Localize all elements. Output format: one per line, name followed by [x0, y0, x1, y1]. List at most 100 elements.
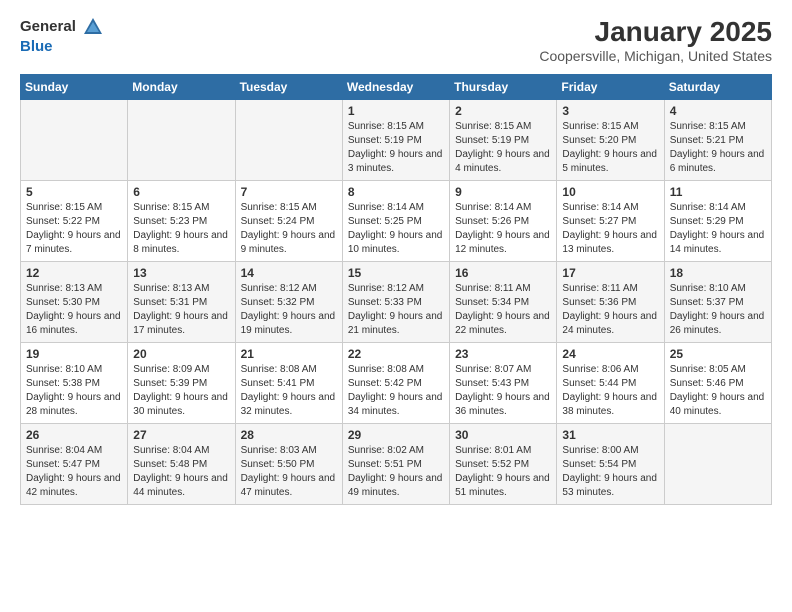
day-info: Sunrise: 8:11 AM Sunset: 5:34 PM Dayligh… — [455, 282, 551, 338]
day-info: Sunrise: 8:15 AM Sunset: 5:23 PM Dayligh… — [133, 201, 229, 257]
calendar-cell: 31 Sunrise: 8:00 AM Sunset: 5:54 PM Dayli… — [557, 424, 664, 505]
day-info: Sunrise: 8:00 AM Sunset: 5:54 PM Dayligh… — [562, 444, 658, 500]
title-area: January 2025 Coopersville, Michigan, Uni… — [539, 16, 772, 64]
calendar-cell: 3 Sunrise: 8:15 AM Sunset: 5:20 PM Daylig… — [557, 100, 664, 181]
calendar-cell: 6 Sunrise: 8:15 AM Sunset: 5:23 PM Daylig… — [128, 181, 235, 262]
day-info: Sunrise: 8:11 AM Sunset: 5:36 PM Dayligh… — [562, 282, 658, 338]
logo-blue: Blue — [20, 38, 53, 55]
day-number: 19 — [26, 347, 122, 361]
calendar-cell: 2 Sunrise: 8:15 AM Sunset: 5:19 PM Daylig… — [450, 100, 557, 181]
calendar-cell — [235, 100, 342, 181]
day-info: Sunrise: 8:01 AM Sunset: 5:52 PM Dayligh… — [455, 444, 551, 500]
day-number: 9 — [455, 185, 551, 199]
day-number: 26 — [26, 428, 122, 442]
calendar-cell: 1Sunrise: 8:15 AM Sunset: 5:19 PM Daylig… — [342, 100, 449, 181]
day-number: 2 — [455, 104, 551, 118]
calendar-cell: 16 Sunrise: 8:11 AM Sunset: 5:34 PM Dayli… — [450, 262, 557, 343]
day-info: Sunrise: 8:15 AM Sunset: 5:19 PM Dayligh… — [455, 120, 551, 176]
calendar-cell: 27Sunrise: 8:04 AM Sunset: 5:48 PM Dayli… — [128, 424, 235, 505]
calendar-week-4: 26Sunrise: 8:04 AM Sunset: 5:47 PM Dayli… — [21, 424, 772, 505]
day-info: Sunrise: 8:14 AM Sunset: 5:26 PM Dayligh… — [455, 201, 551, 257]
month-title: January 2025 — [539, 16, 772, 48]
calendar-cell — [21, 100, 128, 181]
calendar-cell: 9 Sunrise: 8:14 AM Sunset: 5:26 PM Daylig… — [450, 181, 557, 262]
calendar-cell: 15 Sunrise: 8:12 AM Sunset: 5:33 PM Dayli… — [342, 262, 449, 343]
logo: General Blue — [20, 16, 104, 56]
header-row: Sunday Monday Tuesday Wednesday Thursday… — [21, 75, 772, 100]
day-number: 4 — [670, 104, 766, 118]
day-info: Sunrise: 8:14 AM Sunset: 5:29 PM Dayligh… — [670, 201, 766, 257]
day-number: 25 — [670, 347, 766, 361]
calendar-cell: 14Sunrise: 8:12 AM Sunset: 5:32 PM Dayli… — [235, 262, 342, 343]
day-number: 12 — [26, 266, 122, 280]
header-friday: Friday — [557, 75, 664, 100]
day-info: Sunrise: 8:08 AM Sunset: 5:42 PM Dayligh… — [348, 363, 444, 419]
calendar-cell: 13 Sunrise: 8:13 AM Sunset: 5:31 PM Dayli… — [128, 262, 235, 343]
calendar-cell: 5 Sunrise: 8:15 AM Sunset: 5:22 PM Daylig… — [21, 181, 128, 262]
day-number: 7 — [241, 185, 337, 199]
calendar-table: Sunday Monday Tuesday Wednesday Thursday… — [20, 74, 772, 505]
calendar-cell: 26Sunrise: 8:04 AM Sunset: 5:47 PM Dayli… — [21, 424, 128, 505]
page-container: General Blue January 2025 Coopersville, … — [0, 0, 792, 515]
calendar-cell: 8Sunrise: 8:14 AM Sunset: 5:25 PM Daylig… — [342, 181, 449, 262]
calendar-cell: 7Sunrise: 8:15 AM Sunset: 5:24 PM Daylig… — [235, 181, 342, 262]
day-number: 5 — [26, 185, 122, 199]
calendar-week-1: 5 Sunrise: 8:15 AM Sunset: 5:22 PM Daylig… — [21, 181, 772, 262]
day-info: Sunrise: 8:09 AM Sunset: 5:39 PM Dayligh… — [133, 363, 229, 419]
day-info: Sunrise: 8:15 AM Sunset: 5:22 PM Dayligh… — [26, 201, 122, 257]
calendar-cell: 10 Sunrise: 8:14 AM Sunset: 5:27 PM Dayli… — [557, 181, 664, 262]
day-number: 16 — [455, 266, 551, 280]
day-info: Sunrise: 8:10 AM Sunset: 5:38 PM Dayligh… — [26, 363, 122, 419]
calendar-week-2: 12 Sunrise: 8:13 AM Sunset: 5:30 PM Dayli… — [21, 262, 772, 343]
calendar-cell — [664, 424, 771, 505]
calendar-cell: 29 Sunrise: 8:02 AM Sunset: 5:51 PM Dayli… — [342, 424, 449, 505]
day-number: 31 — [562, 428, 658, 442]
header: General Blue January 2025 Coopersville, … — [20, 16, 772, 64]
day-info: Sunrise: 8:13 AM Sunset: 5:30 PM Dayligh… — [26, 282, 122, 338]
day-number: 24 — [562, 347, 658, 361]
day-info: Sunrise: 8:08 AM Sunset: 5:41 PM Dayligh… — [241, 363, 337, 419]
day-number: 29 — [348, 428, 444, 442]
day-number: 21 — [241, 347, 337, 361]
calendar-cell: 28 Sunrise: 8:03 AM Sunset: 5:50 PM Dayli… — [235, 424, 342, 505]
day-number: 18 — [670, 266, 766, 280]
day-info: Sunrise: 8:12 AM Sunset: 5:33 PM Dayligh… — [348, 282, 444, 338]
header-sunday: Sunday — [21, 75, 128, 100]
calendar-cell: 19 Sunrise: 8:10 AM Sunset: 5:38 PM Dayli… — [21, 343, 128, 424]
day-info: Sunrise: 8:15 AM Sunset: 5:19 PM Dayligh… — [348, 120, 444, 176]
day-info: Sunrise: 8:14 AM Sunset: 5:25 PM Dayligh… — [348, 201, 444, 257]
day-info: Sunrise: 8:14 AM Sunset: 5:27 PM Dayligh… — [562, 201, 658, 257]
day-number: 15 — [348, 266, 444, 280]
day-number: 27 — [133, 428, 229, 442]
day-info: Sunrise: 8:02 AM Sunset: 5:51 PM Dayligh… — [348, 444, 444, 500]
calendar-cell: 20 Sunrise: 8:09 AM Sunset: 5:39 PM Dayli… — [128, 343, 235, 424]
calendar-cell: 23 Sunrise: 8:07 AM Sunset: 5:43 PM Dayli… — [450, 343, 557, 424]
calendar-cell: 24 Sunrise: 8:06 AM Sunset: 5:44 PM Dayli… — [557, 343, 664, 424]
day-info: Sunrise: 8:13 AM Sunset: 5:31 PM Dayligh… — [133, 282, 229, 338]
calendar-week-0: 1Sunrise: 8:15 AM Sunset: 5:19 PM Daylig… — [21, 100, 772, 181]
day-number: 6 — [133, 185, 229, 199]
day-number: 11 — [670, 185, 766, 199]
day-number: 13 — [133, 266, 229, 280]
header-thursday: Thursday — [450, 75, 557, 100]
day-number: 3 — [562, 104, 658, 118]
day-info: Sunrise: 8:10 AM Sunset: 5:37 PM Dayligh… — [670, 282, 766, 338]
day-number: 14 — [241, 266, 337, 280]
location-title: Coopersville, Michigan, United States — [539, 48, 772, 64]
day-number: 10 — [562, 185, 658, 199]
day-info: Sunrise: 8:15 AM Sunset: 5:21 PM Dayligh… — [670, 120, 766, 176]
calendar-cell: 4 Sunrise: 8:15 AM Sunset: 5:21 PM Daylig… — [664, 100, 771, 181]
day-info: Sunrise: 8:03 AM Sunset: 5:50 PM Dayligh… — [241, 444, 337, 500]
logo-text: General Blue — [20, 16, 104, 56]
day-number: 23 — [455, 347, 551, 361]
day-number: 20 — [133, 347, 229, 361]
header-saturday: Saturday — [664, 75, 771, 100]
day-info: Sunrise: 8:15 AM Sunset: 5:20 PM Dayligh… — [562, 120, 658, 176]
day-number: 28 — [241, 428, 337, 442]
day-info: Sunrise: 8:07 AM Sunset: 5:43 PM Dayligh… — [455, 363, 551, 419]
day-info: Sunrise: 8:06 AM Sunset: 5:44 PM Dayligh… — [562, 363, 658, 419]
calendar-cell: 22Sunrise: 8:08 AM Sunset: 5:42 PM Dayli… — [342, 343, 449, 424]
calendar-body: 1Sunrise: 8:15 AM Sunset: 5:19 PM Daylig… — [21, 100, 772, 505]
calendar-cell: 12 Sunrise: 8:13 AM Sunset: 5:30 PM Dayli… — [21, 262, 128, 343]
calendar-header: Sunday Monday Tuesday Wednesday Thursday… — [21, 75, 772, 100]
